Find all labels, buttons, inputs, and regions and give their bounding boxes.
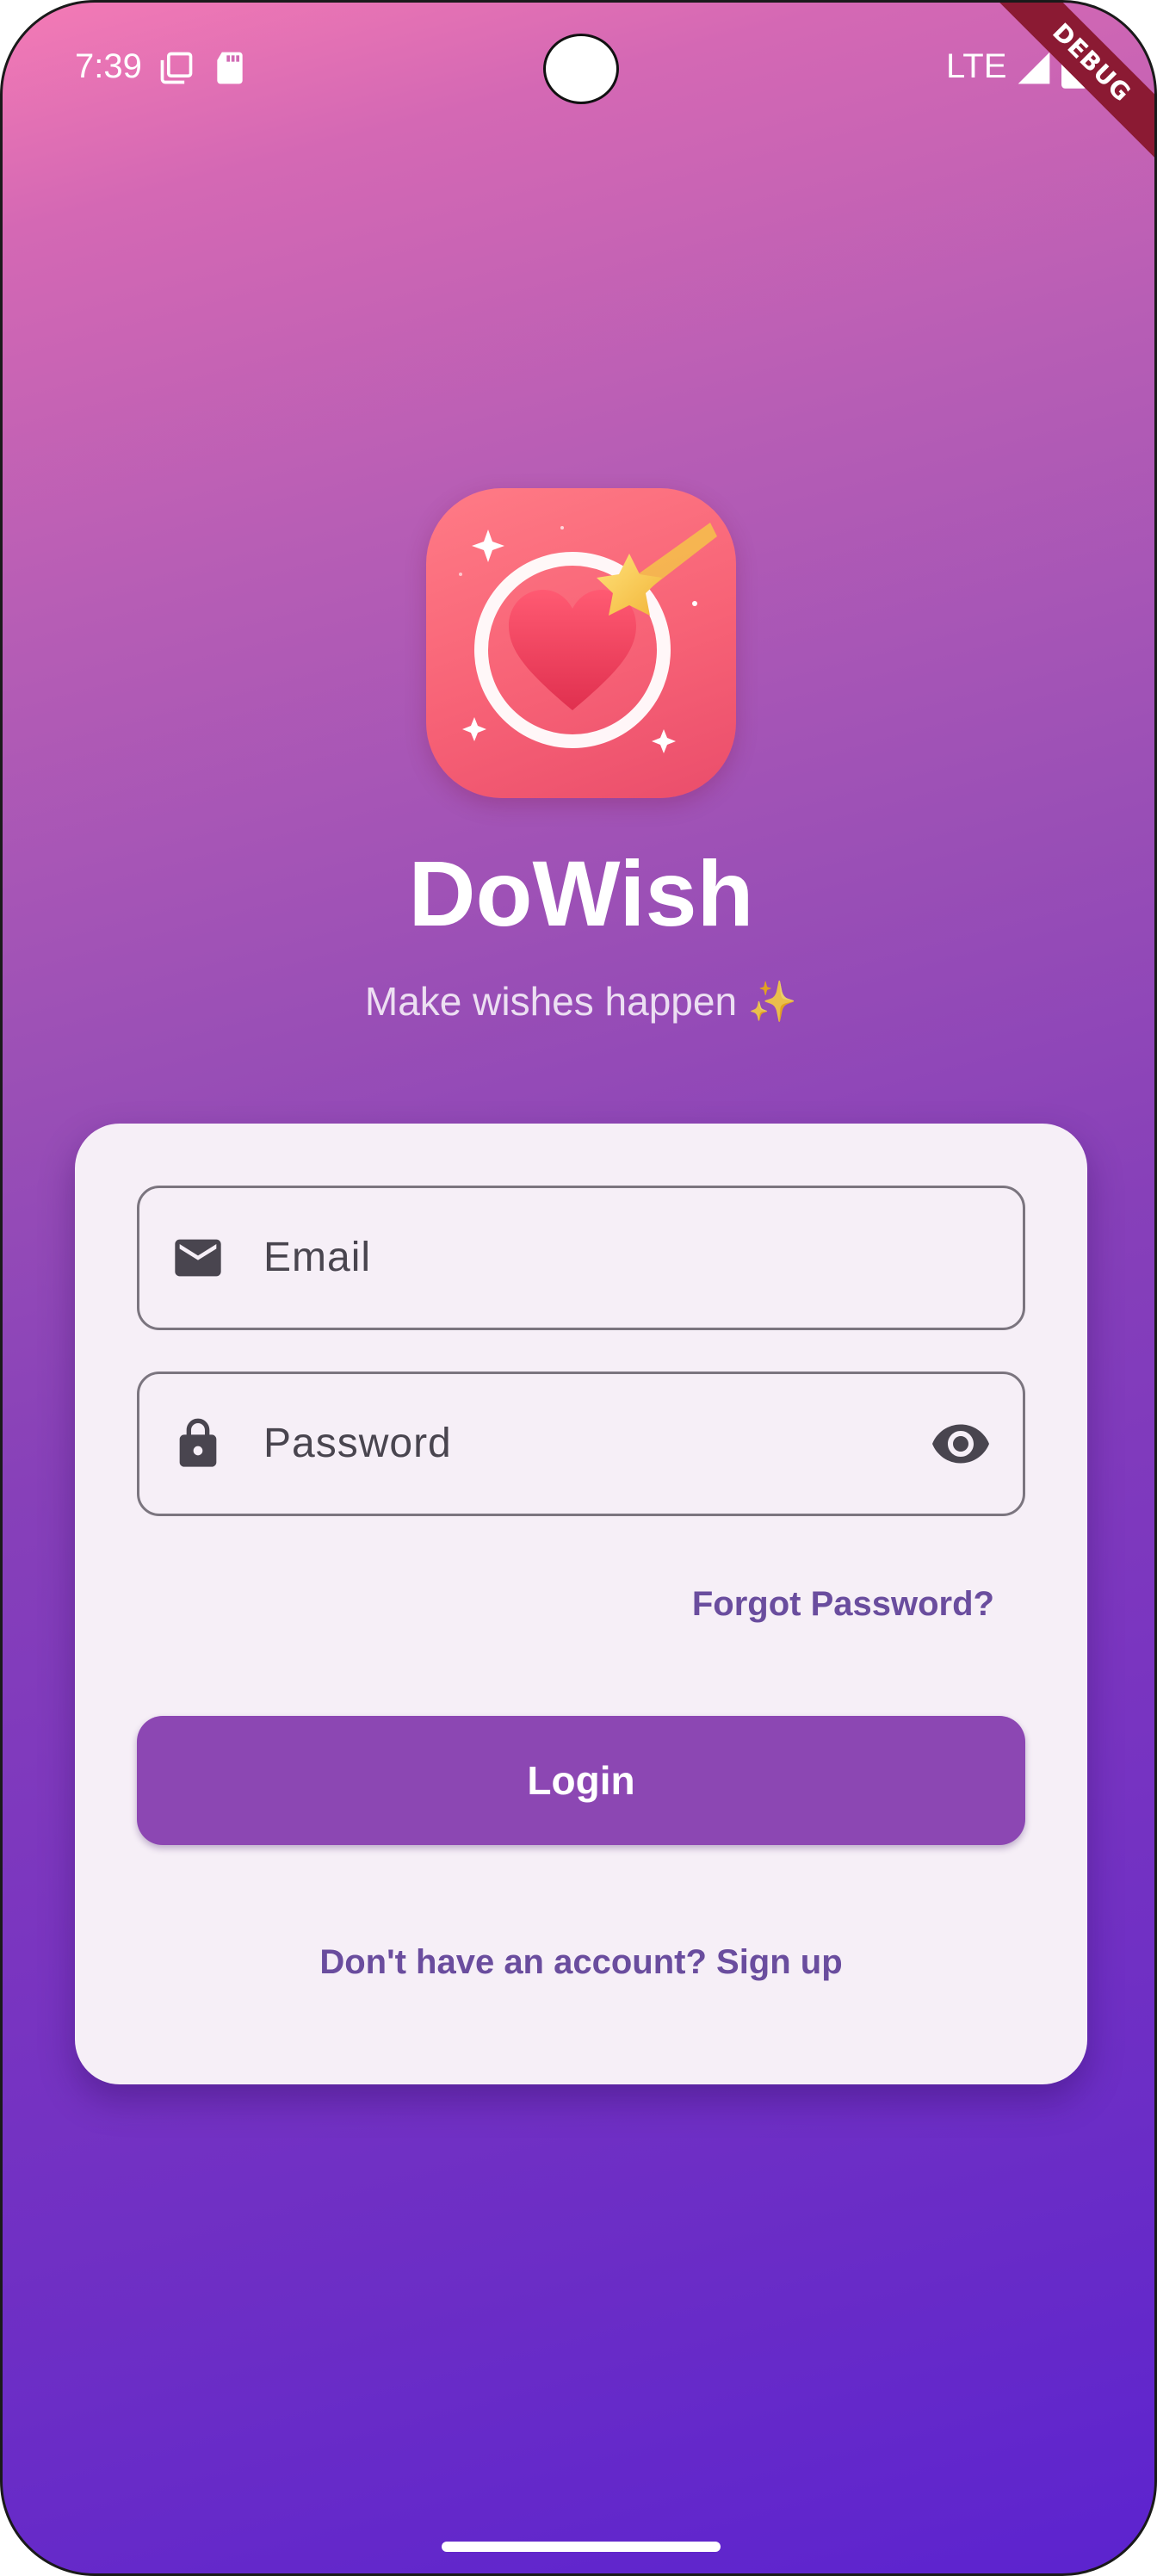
lock-icon [179,1418,217,1467]
email-icon [175,1239,221,1277]
signup-link[interactable]: Don't have an account? Sign up [75,1938,1087,1986]
network-type: LTE [946,47,1007,85]
heart-star-logo-icon [459,523,717,753]
login-card: Email Password Forgot Password? Login Do… [75,1124,1087,2084]
screen-copy-icon [160,52,193,84]
app-subtitle: Make wishes happen ✨ [364,979,798,1024]
eye-icon [932,1424,989,1464]
app-logo [426,488,736,798]
email-field[interactable]: Email [137,1186,1025,1330]
email-placeholder: Email [263,1235,372,1280]
debug-banner: DEBUG [974,3,1154,180]
home-indicator[interactable] [442,2542,721,2552]
status-time: 7:39 [75,47,142,85]
app-title: DoWish [408,841,754,945]
password-placeholder: Password [263,1421,452,1466]
front-camera [543,34,619,104]
app-screen: 7:39 LTE DEBUG DoWish Make wishes happen… [0,0,1157,2576]
forgot-password-link[interactable]: Forgot Password? [692,1580,994,1628]
password-field[interactable]: Password [137,1372,1025,1516]
login-button[interactable]: Login [137,1716,1025,1845]
signal-icon [1018,52,1050,84]
toggle-password-visibility-button[interactable] [926,1409,995,1478]
sd-card-icon [217,52,243,84]
